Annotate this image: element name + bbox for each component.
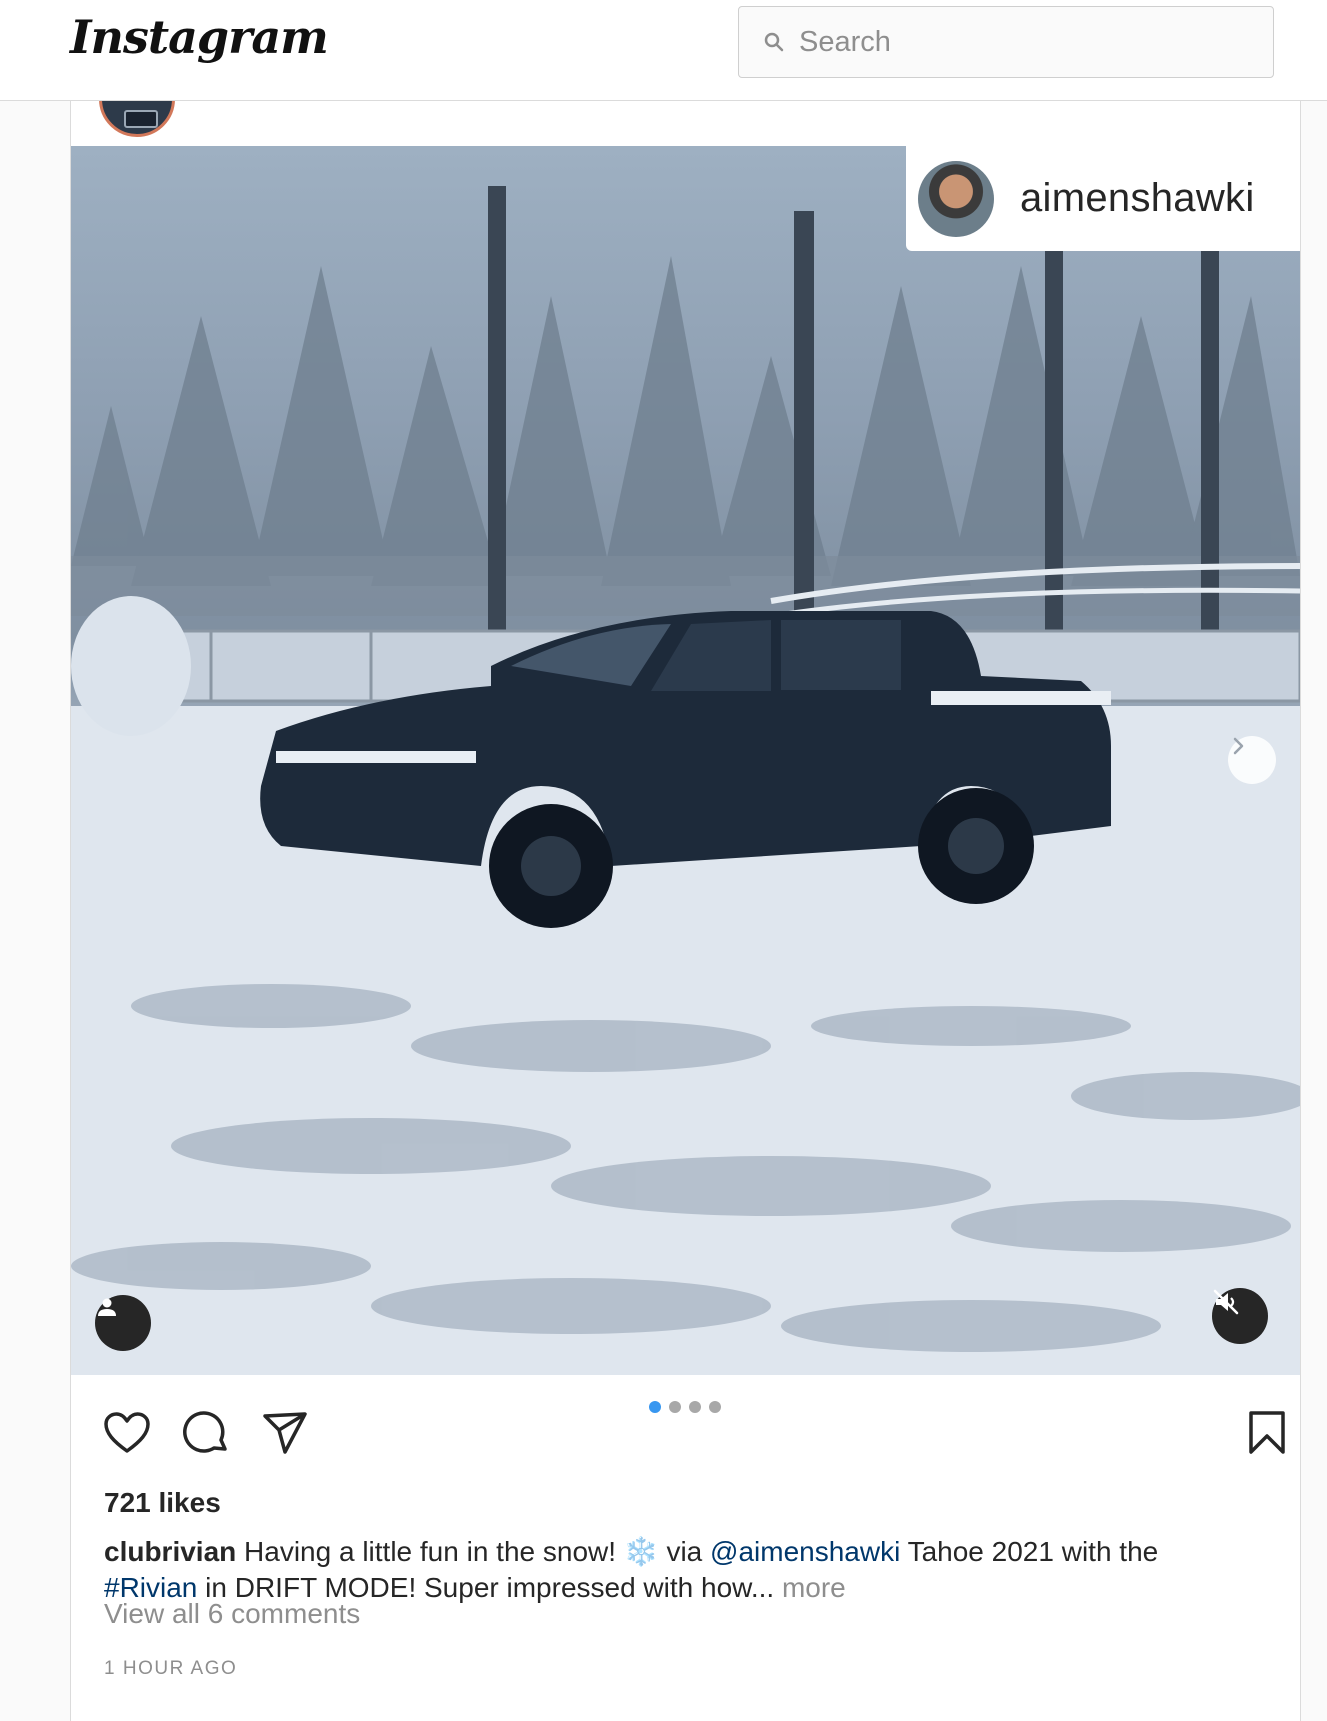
carousel-next-button[interactable] [1228,736,1276,784]
caption-text: Tahoe 2021 with the [900,1536,1159,1567]
likes-count[interactable]: 721 likes [104,1487,221,1519]
heart-icon [104,1412,150,1453]
caption-more-link[interactable]: more [782,1572,846,1603]
video-frame-illustration [71,186,1300,1375]
post-action-bar [101,1407,1285,1463]
share-button[interactable] [259,1407,311,1459]
top-nav-bar: Instagram [0,0,1327,101]
instagram-logo[interactable]: Instagram [70,10,329,64]
search-icon [763,31,785,53]
comment-icon [183,1411,227,1453]
person-icon [98,1298,116,1316]
show-tags-button[interactable] [95,1295,151,1351]
search-input[interactable] [799,25,1239,59]
caption-text: Having a little fun in the snow! ❄️ via [236,1536,711,1567]
post-caption: clubrivian Having a little fun in the sn… [104,1534,1244,1606]
save-button[interactable] [1241,1407,1293,1459]
comment-button[interactable] [181,1407,233,1459]
tagged-user-badge[interactable]: aimenshawki [906,146,1300,251]
mute-toggle-button[interactable] [1212,1288,1268,1344]
tagged-user-avatar [918,160,994,237]
search-box[interactable] [738,6,1274,78]
post-timestamp[interactable]: 1 HOUR AGO [104,1658,237,1680]
caption-mention[interactable]: @aimenshawki [710,1536,900,1567]
muted-speaker-icon [1213,1289,1239,1315]
bookmark-icon [1249,1411,1285,1454]
like-button[interactable] [101,1407,153,1459]
send-icon [263,1412,307,1454]
tagged-username: aimenshawki [1020,176,1255,220]
chevron-right-icon [1233,737,1244,755]
post-card: aimenshawki 721 likes clubrivian Having … [70,61,1301,1721]
caption-username[interactable]: clubrivian [104,1536,236,1567]
view-all-comments-link[interactable]: View all 6 comments [104,1598,360,1630]
post-video[interactable]: aimenshawki [71,146,1300,1375]
